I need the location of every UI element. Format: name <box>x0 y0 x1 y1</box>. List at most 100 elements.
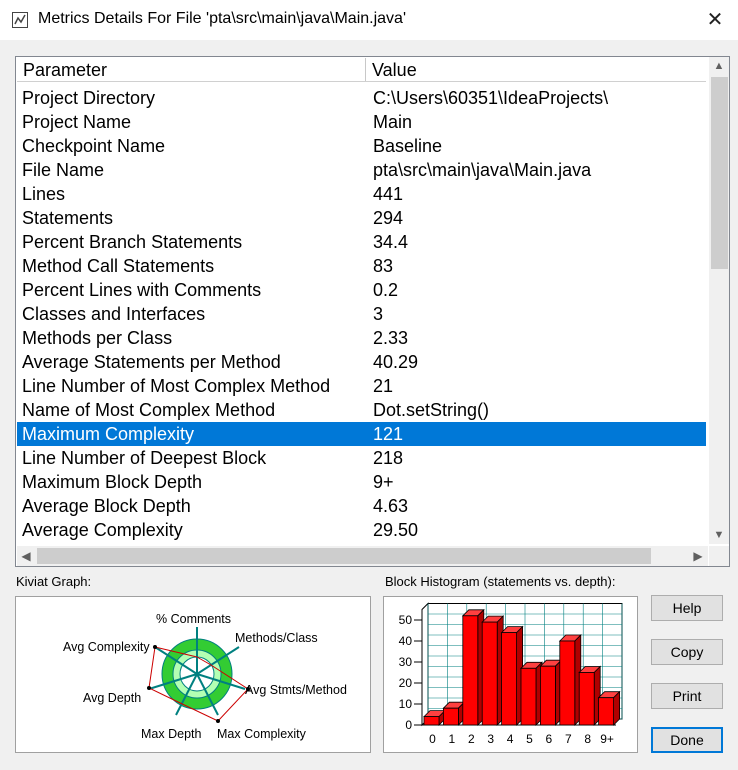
copy-button[interactable]: Copy <box>651 639 723 665</box>
parameter-cell: Maximum Block Depth <box>22 472 203 492</box>
table-row[interactable]: Line Number of Most Complex Method 21 <box>17 374 706 398</box>
table-row[interactable]: File Name pta\src\main\java\Main.java <box>17 158 706 182</box>
histogram-bar <box>443 707 459 726</box>
scroll-left-icon[interactable]: ◀ <box>17 546 35 566</box>
kiviat-axis-label: Avg Depth <box>83 691 141 705</box>
kiviat-label: Kiviat Graph: <box>16 574 92 589</box>
histogram-xtick-label: 6 <box>546 732 553 746</box>
value-cell: 3 <box>373 304 384 324</box>
histogram-xtick-label: 9+ <box>600 732 614 746</box>
scroll-down-icon[interactable]: ▼ <box>709 526 729 544</box>
kiviat-axis-label: % Comments <box>156 612 231 626</box>
histogram-ytick-label: 0 <box>405 718 412 732</box>
table-row[interactable]: Project Directory C:\Users\60351\IdeaProj… <box>17 86 706 110</box>
table-row[interactable]: Maximum Block Depth 9+ <box>17 470 706 494</box>
parameter-cell: Maximum Complexity <box>22 424 195 444</box>
metrics-table[interactable]: Parameter Value Project Directory C:\User… <box>15 56 730 567</box>
histogram-bar-side <box>613 690 621 726</box>
parameter-cell: Project Name <box>22 112 132 132</box>
done-button[interactable]: Done <box>651 727 723 753</box>
table-row[interactable]: Percent Branch Statements 34.4 <box>17 230 706 254</box>
vertical-scroll-thumb[interactable] <box>711 77 728 269</box>
vertical-scrollbar[interactable]: ▲ ▼ <box>709 57 729 544</box>
histogram-bar <box>501 632 517 726</box>
histogram-xtick-label: 0 <box>429 732 436 746</box>
table-row[interactable]: Average Block Depth 4.63 <box>17 494 706 518</box>
close-icon[interactable]: ✕ <box>692 0 738 40</box>
value-cell: 9+ <box>373 472 394 492</box>
value-cell: pta\src\main\java\Main.java <box>373 160 592 180</box>
window-title: Metrics Details For File 'pta\src\main\j… <box>38 10 406 27</box>
horizontal-scroll-thumb[interactable] <box>37 548 651 564</box>
histogram-chart: 010203040500 1 2 3 4 5 6 7 8 9+ <box>399 602 623 746</box>
table-row[interactable]: Maximum Complexity 121 <box>17 422 706 446</box>
scroll-right-icon[interactable]: ▶ <box>689 546 707 566</box>
histogram-xtick-label: 4 <box>507 732 514 746</box>
table-row[interactable]: Lines 441 <box>17 182 706 206</box>
histogram-ytick-label: 20 <box>399 676 413 690</box>
table-row[interactable]: Line Number of Deepest Block 218 <box>17 446 706 470</box>
scroll-up-icon[interactable]: ▲ <box>709 57 729 75</box>
value-cell: Main <box>373 112 413 132</box>
kiviat-axis-label: Avg Complexity <box>63 640 150 654</box>
parameter-cell: Checkpoint Name <box>22 136 166 156</box>
block-histogram: 0 10 20 30 40 50 0 1 2 3 4 5 6 7 8 9+ <box>383 596 638 753</box>
histogram-bar <box>481 621 498 726</box>
column-header-parameter[interactable]: Parameter <box>17 58 366 81</box>
histogram-xtick-label: 1 <box>449 732 456 746</box>
value-cell: 218 <box>373 448 404 468</box>
value-cell: 40.29 <box>373 352 419 372</box>
table-row[interactable]: Statements 294 <box>17 206 706 230</box>
scrollbar-corner <box>709 546 729 566</box>
print-button[interactable]: Print <box>651 683 723 709</box>
table-row[interactable]: Method Call Statements 83 <box>17 254 706 278</box>
kiviat-graph: % Comments Methods/Class Avg Stmts/Metho… <box>15 596 371 753</box>
title-bar: Metrics Details For File 'pta\src\main\j… <box>0 0 738 40</box>
histogram-bar <box>520 667 537 726</box>
histogram-ytick-label: 50 <box>399 613 413 627</box>
table-row[interactable]: Percent Lines with Comments 0.2 <box>17 278 706 302</box>
kiviat-chart: % Comments Methods/Class Avg Stmts/Metho… <box>63 612 347 741</box>
column-header-value[interactable]: Value <box>366 58 706 81</box>
histogram-side-wall <box>421 602 429 727</box>
parameter-cell: Project Directory <box>22 88 156 108</box>
table-row[interactable]: Checkpoint Name Baseline <box>17 134 706 158</box>
kiviat-axis-label: Max Complexity <box>217 727 307 741</box>
parameter-cell: Average Complexity <box>22 520 183 540</box>
parameter-cell: Lines <box>22 184 66 204</box>
horizontal-scrollbar[interactable]: ◀ ▶ <box>17 546 708 566</box>
table-row[interactable]: Average Complexity 29.50 <box>17 518 706 542</box>
value-cell: 21 <box>373 376 394 396</box>
histogram-xtick-label: 5 <box>526 732 533 746</box>
table-row[interactable]: Methods per Class 2.33 <box>17 326 706 350</box>
value-cell: Dot.setString() <box>373 400 490 420</box>
value-cell: Baseline <box>373 136 443 156</box>
table-row[interactable]: Classes and Interfaces 3 <box>17 302 706 326</box>
kiviat-axis-label: Avg Stmts/Method <box>245 683 347 697</box>
value-cell: 2.33 <box>373 328 409 348</box>
value-cell: 121 <box>373 424 404 444</box>
parameter-cell: Percent Lines with Comments <box>22 280 262 300</box>
parameter-cell: Method Call Statements <box>22 256 215 276</box>
histogram-ytick-label: 10 <box>399 697 413 711</box>
histogram-xtick-label: 3 <box>487 732 494 746</box>
histogram-ytick-label: 30 <box>399 655 413 669</box>
value-cell: 441 <box>373 184 404 204</box>
histogram-bar <box>423 716 440 726</box>
kiviat-axis-label: Max Depth <box>141 727 201 741</box>
table-row[interactable]: Average Statements per Method 40.29 <box>17 350 706 374</box>
table-rows: Project Directory C:\Users\60351\IdeaProj… <box>17 86 706 542</box>
table-header: Parameter Value <box>17 58 706 82</box>
help-button[interactable]: Help <box>651 595 723 621</box>
value-cell: 29.50 <box>373 520 419 540</box>
parameter-cell: Classes and Interfaces <box>22 304 206 324</box>
table-row[interactable]: Name of Most Complex Method Dot.setString… <box>17 398 706 422</box>
histogram-bar <box>559 640 576 726</box>
histogram-bar <box>578 672 595 726</box>
parameter-cell: Line Number of Deepest Block <box>22 448 267 468</box>
histogram-xtick-label: 2 <box>468 732 475 746</box>
parameter-cell: Statements <box>22 208 114 228</box>
histogram-label: Block Histogram (statements vs. depth): <box>385 574 616 589</box>
table-row[interactable]: Project Name Main <box>17 110 706 134</box>
kiviat-axis-label: Methods/Class <box>235 631 318 645</box>
